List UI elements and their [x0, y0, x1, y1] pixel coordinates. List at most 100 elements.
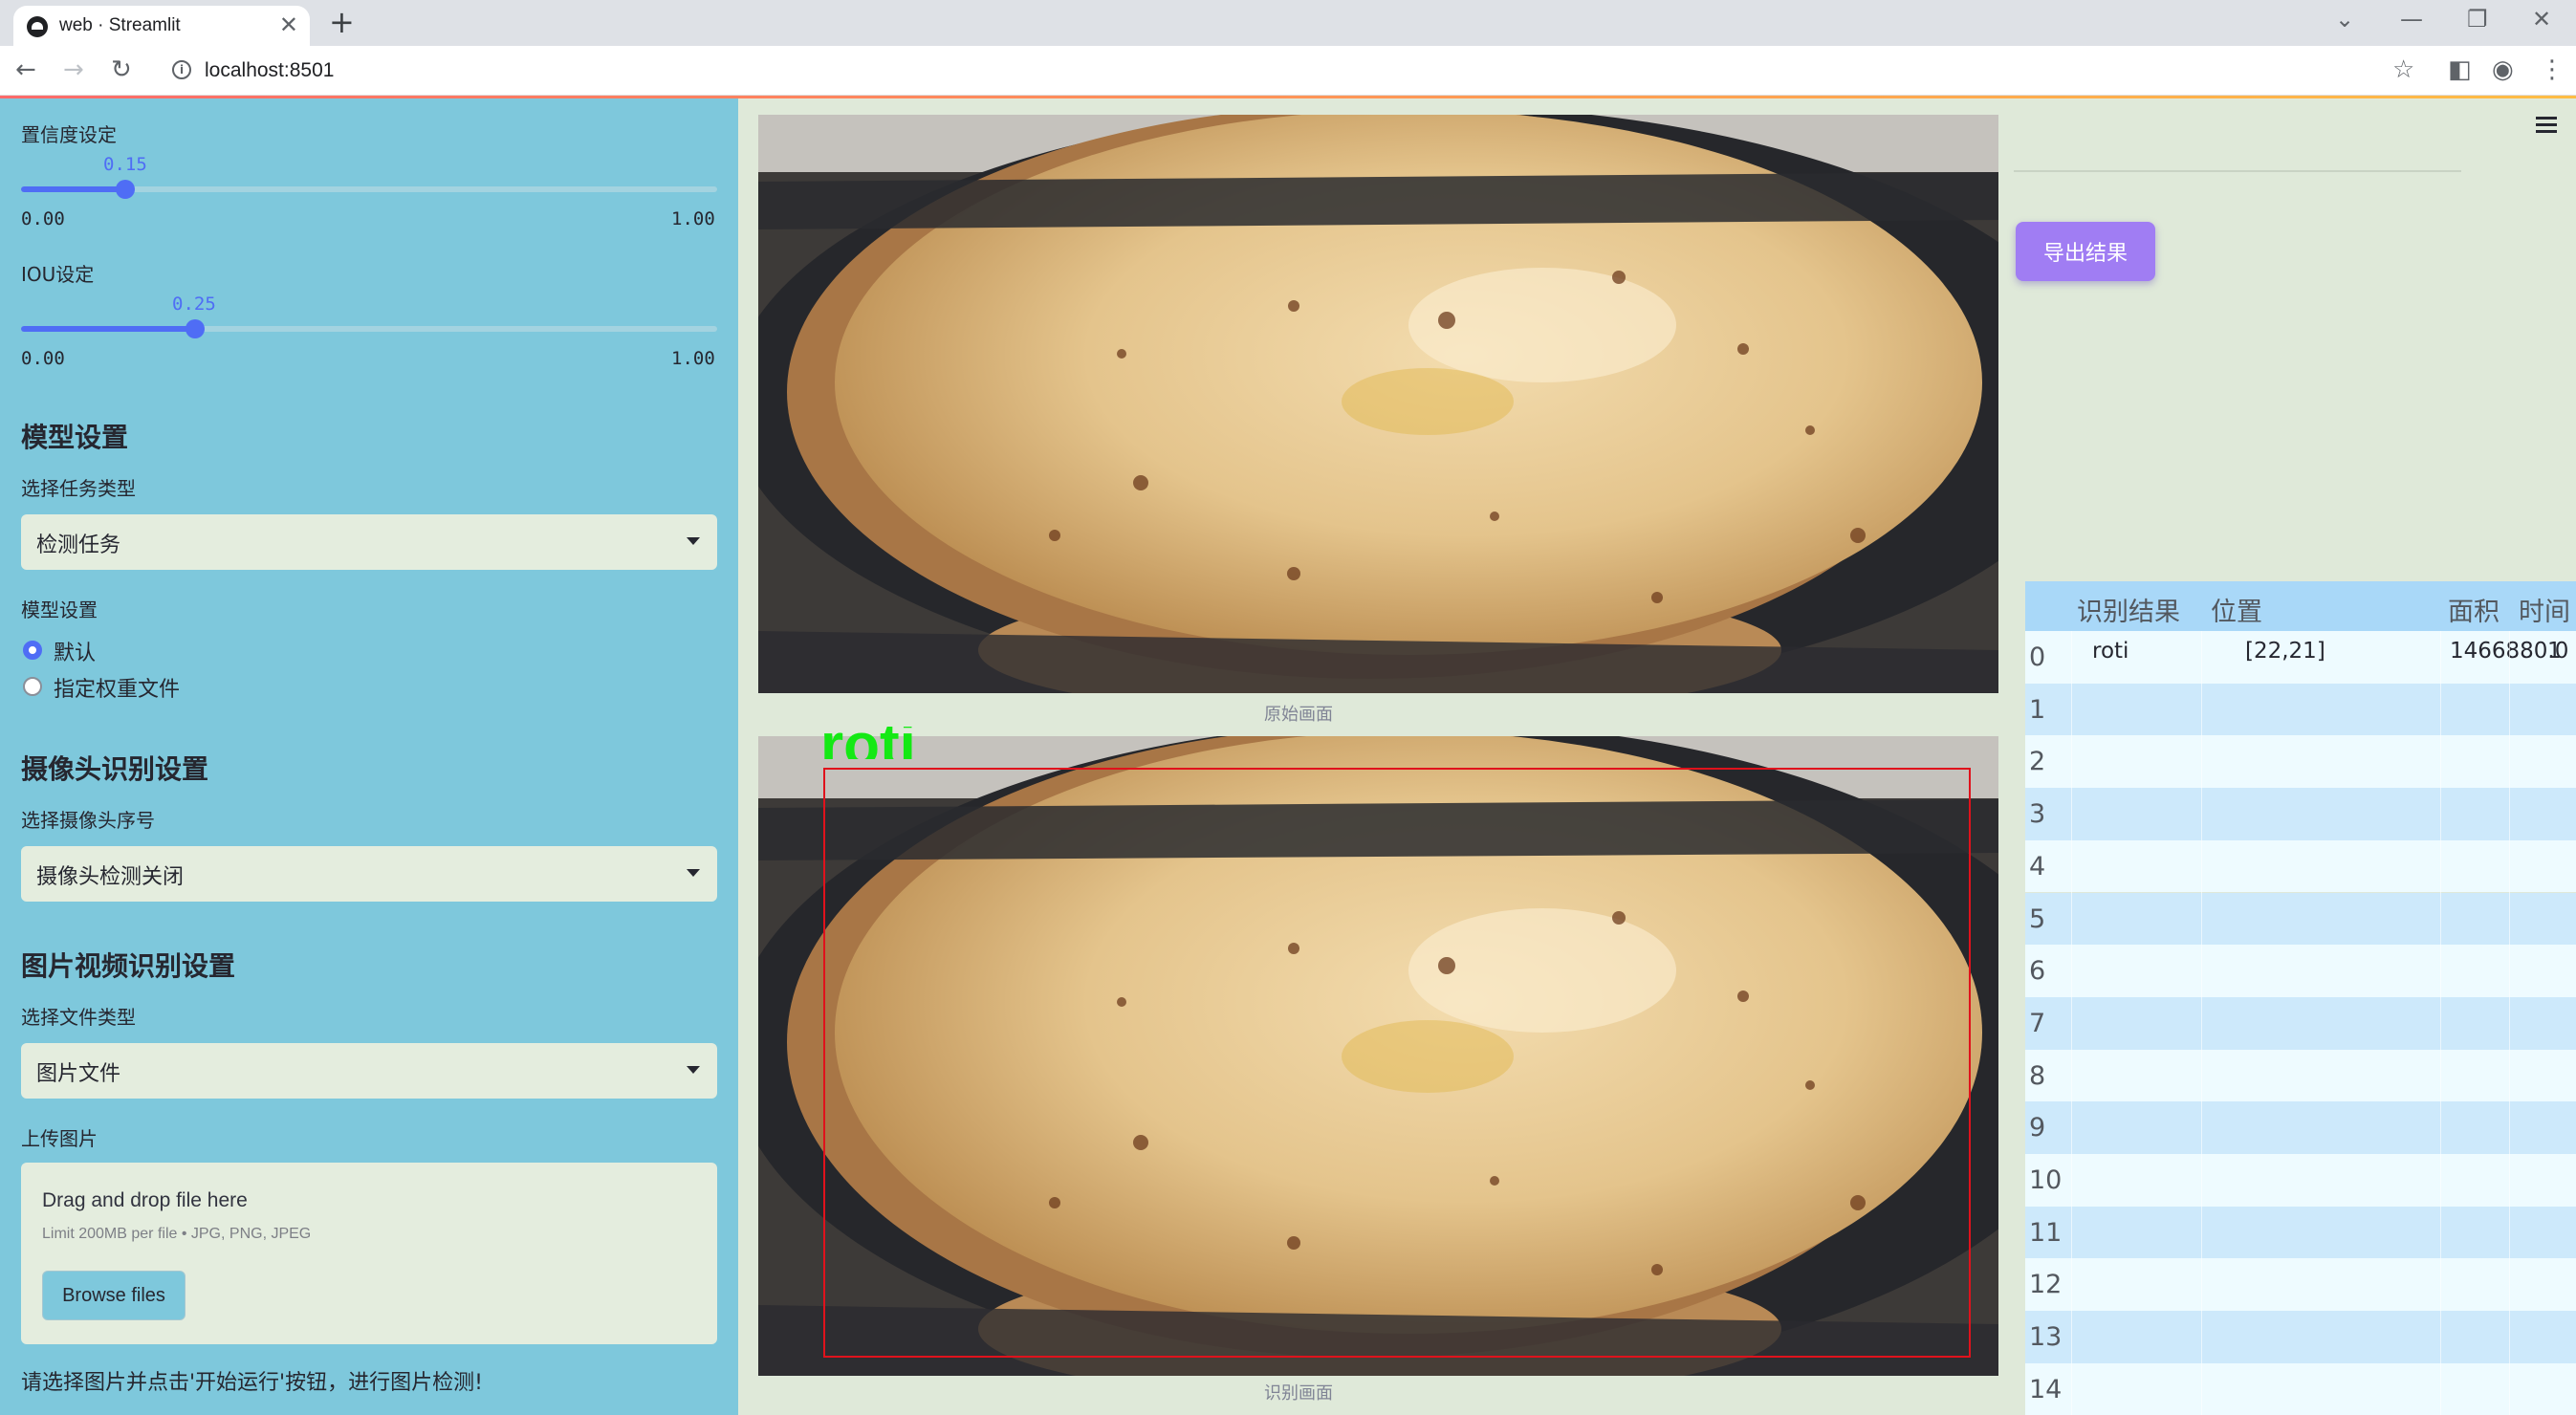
table-row[interactable]: 3	[2025, 788, 2576, 840]
row-index: 9	[2029, 1113, 2046, 1143]
row-index: 2	[2029, 747, 2046, 777]
tab-close-icon[interactable]: ✕	[279, 11, 298, 38]
site-info-icon[interactable]: i	[172, 60, 191, 79]
row-index: 12	[2029, 1270, 2063, 1300]
confidence-slider[interactable]	[21, 180, 717, 199]
table-row[interactable]: 1	[2025, 683, 2576, 736]
result-caption: 识别画面	[1264, 1383, 1333, 1404]
sidebar: 置信度设定 0.15 0.00 1.00 IOU设定 0.25 0.00 1.0…	[0, 98, 738, 1415]
file-type-value: 图片文件	[36, 1062, 121, 1086]
table-row[interactable]: 9	[2025, 1101, 2576, 1154]
new-tab-icon[interactable]: +	[329, 4, 355, 40]
tab-search-icon[interactable]: ⌄	[2335, 6, 2354, 33]
browser-tabbar: web · Streamlit ✕ + ⌄ — ❐ ✕	[0, 0, 2576, 46]
cell-time: 1	[2547, 639, 2562, 664]
row-index: 11	[2029, 1217, 2063, 1248]
row-index: 13	[2029, 1322, 2063, 1353]
reload-icon[interactable]: ↻	[111, 55, 132, 84]
file-type-select[interactable]: 图片文件	[21, 1043, 717, 1099]
original-caption: 原始画面	[1264, 705, 1333, 725]
column-divider	[2071, 631, 2072, 1415]
row-index: 7	[2029, 1008, 2046, 1038]
model-settings-header: 模型设置	[21, 422, 129, 453]
table-row[interactable]: 4	[2025, 839, 2576, 893]
table-row[interactable]: 12	[2025, 1258, 2576, 1312]
window-close-icon[interactable]: ✕	[2532, 6, 2551, 33]
file-type-label: 选择文件类型	[21, 1006, 136, 1029]
iou-slider-thumb[interactable]	[186, 319, 205, 338]
media-settings-header: 图片视频识别设置	[21, 950, 236, 982]
address-bar: ← → ↻ i localhost:8501 ☆ ◧ ◉ ⋮	[0, 46, 2576, 96]
task-type-select[interactable]: 检测任务	[21, 514, 717, 570]
bookmark-star-icon[interactable]: ☆	[2392, 55, 2414, 84]
table-row[interactable]: 10	[2025, 1154, 2576, 1207]
row-index: 1	[2029, 694, 2046, 725]
radio-unselected-icon[interactable]	[23, 677, 42, 696]
tab-title: web · Streamlit	[59, 15, 181, 35]
url-text[interactable]: localhost:8501	[205, 59, 334, 82]
restore-icon[interactable]: ❐	[2467, 6, 2488, 33]
url-field[interactable]: i localhost:8501	[157, 53, 2394, 89]
roti-photo-original	[758, 115, 1998, 693]
side-panel-icon[interactable]: ◧	[2448, 55, 2472, 84]
browse-files-button[interactable]: Browse files	[42, 1271, 186, 1320]
minimize-icon[interactable]: —	[2400, 6, 2423, 33]
column-header-result[interactable]: 识别结果	[2077, 591, 2180, 628]
row-index: 6	[2029, 956, 2046, 987]
task-type-label: 选择任务类型	[21, 477, 136, 500]
row-index: 5	[2029, 903, 2046, 934]
table-row[interactable]: 2	[2025, 735, 2576, 789]
hamburger-menu-icon[interactable]	[2536, 117, 2557, 137]
table-row[interactable]: 7	[2025, 996, 2576, 1050]
camera-index-label: 选择摄像头序号	[21, 809, 155, 832]
upload-label: 上传图片	[21, 1127, 98, 1150]
column-divider	[2509, 631, 2510, 1415]
radio-default-label: 默认	[54, 642, 97, 665]
iou-slider[interactable]	[21, 319, 717, 338]
table-row[interactable]: 14	[2025, 1362, 2576, 1415]
table-row[interactable]: 5	[2025, 892, 2576, 946]
column-divider	[2201, 631, 2202, 1415]
task-type-value: 检测任务	[36, 533, 121, 557]
table-row[interactable]: 6	[2025, 945, 2576, 997]
column-header-time[interactable]: 时间	[2519, 591, 2570, 628]
profile-icon[interactable]: ◉	[2492, 55, 2514, 84]
cell-result: roti	[2092, 639, 2129, 664]
table-row[interactable]: 11	[2025, 1206, 2576, 1259]
confidence-label: 置信度设定	[21, 123, 117, 146]
cell-position: [22,21]	[2245, 639, 2325, 664]
confidence-max: 1.00	[671, 208, 715, 229]
browser-menu-icon[interactable]: ⋮	[2540, 55, 2565, 84]
column-header-position[interactable]: 位置	[2211, 591, 2262, 628]
streamlit-favicon-icon	[27, 16, 48, 37]
row-index: 0	[2029, 642, 2046, 672]
iou-slider-fill	[21, 326, 195, 332]
iou-min: 0.00	[21, 348, 65, 369]
row-index: 8	[2029, 1060, 2046, 1091]
back-icon[interactable]: ←	[15, 55, 36, 84]
column-header-area[interactable]: 面积	[2448, 591, 2500, 628]
table-header: 识别结果 位置 面积 时间	[2025, 581, 2576, 631]
confidence-min: 0.00	[21, 208, 65, 229]
table-row[interactable]: 8	[2025, 1049, 2576, 1102]
browser-tab[interactable]: web · Streamlit ✕	[13, 6, 310, 46]
row-index: 10	[2029, 1165, 2063, 1195]
iou-max: 1.00	[671, 348, 715, 369]
radio-selected-icon[interactable]	[23, 641, 42, 660]
table-row[interactable]: 13	[2025, 1311, 2576, 1363]
confidence-slider-thumb[interactable]	[116, 180, 136, 199]
radio-custom-weights-label: 指定权重文件	[54, 678, 181, 702]
table-row[interactable]: 0 roti [22,21] 1466880.0 1	[2025, 631, 2576, 684]
row-index: 3	[2029, 799, 2046, 830]
forward-icon[interactable]: →	[63, 55, 84, 84]
row-index: 14	[2029, 1374, 2063, 1404]
model-option-label: 模型设置	[21, 599, 98, 621]
camera-index-select[interactable]: 摄像头检测关闭	[21, 846, 717, 902]
confidence-value: 0.15	[103, 154, 147, 175]
chevron-down-icon	[687, 537, 700, 545]
sidebar-hint-text: 请选择图片并点击'开始运行'按钮，进行图片检测!	[21, 1371, 483, 1395]
export-results-button[interactable]: 导出结果	[2016, 222, 2155, 281]
camera-settings-header: 摄像头识别设置	[21, 753, 209, 785]
file-uploader-dropzone[interactable]: Drag and drop file here Limit 200MB per …	[21, 1163, 717, 1344]
camera-index-value: 摄像头检测关闭	[36, 865, 185, 889]
